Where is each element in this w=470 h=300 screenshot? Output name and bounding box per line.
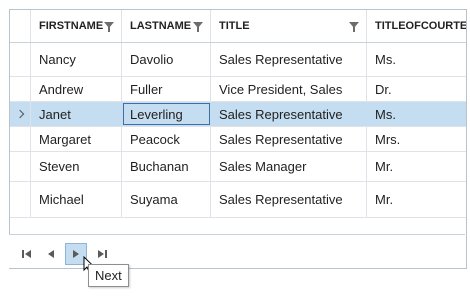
cell-firstname[interactable]: Michael	[31, 182, 122, 217]
row-indicator[interactable]	[10, 43, 31, 76]
cell-lastname[interactable]: Peacock	[122, 127, 211, 151]
column-header-lastname[interactable]: LASTNAME	[122, 10, 211, 42]
cell-title[interactable]: Sales Representative	[211, 43, 367, 76]
cell-firstname[interactable]: Nancy	[31, 43, 122, 76]
cell-firstname[interactable]: Andrew	[31, 77, 122, 101]
first-page-icon	[21, 250, 24, 258]
cell-title[interactable]: Sales Representative	[211, 102, 367, 126]
table-row[interactable]: Margaret Peacock Sales Representative Mr…	[10, 127, 466, 152]
cell-titleofcourtesy[interactable]: Mr.	[367, 152, 466, 181]
data-grid: FIRSTNAME LASTNAME TITLE TITLEOFCOURTES …	[9, 9, 467, 269]
cell-firstname[interactable]: Steven	[31, 152, 122, 181]
grid-header: FIRSTNAME LASTNAME TITLE TITLEOFCOURTES	[10, 10, 466, 43]
row-indicator[interactable]	[10, 152, 31, 181]
column-header-label: LASTNAME	[130, 20, 192, 32]
filter-icon[interactable]	[349, 22, 359, 32]
table-row-selected[interactable]: Janet Leverling Sales Representative Ms.	[10, 102, 466, 127]
first-page-arrow	[24, 250, 31, 258]
previous-page-icon	[48, 250, 54, 258]
cell-lastname-active[interactable]: Leverling	[122, 102, 211, 126]
cell-titleofcourtesy[interactable]: Ms.	[367, 102, 466, 126]
cell-title[interactable]: Sales Manager	[211, 152, 367, 181]
column-header-firstname[interactable]: FIRSTNAME	[31, 10, 122, 42]
cell-titleofcourtesy[interactable]: Mrs.	[367, 127, 466, 151]
first-page-button[interactable]	[15, 243, 37, 265]
cell-lastname[interactable]: Suyama	[122, 182, 211, 217]
row-indicator[interactable]	[10, 102, 31, 126]
column-header-title[interactable]: TITLE	[211, 10, 367, 42]
cell-title[interactable]: Sales Representative	[211, 127, 367, 151]
row-indicator[interactable]	[10, 77, 31, 101]
filter-icon[interactable]	[193, 22, 203, 32]
last-page-bar	[104, 250, 107, 258]
previous-page-button[interactable]	[40, 243, 62, 265]
row-indicator[interactable]	[10, 127, 31, 151]
table-row[interactable]: Andrew Fuller Vice President, Sales Dr.	[10, 77, 466, 102]
table-row[interactable]: Steven Buchanan Sales Manager Mr.	[10, 152, 466, 182]
cell-lastname[interactable]: Buchanan	[122, 152, 211, 181]
column-header-label: FIRSTNAME	[39, 20, 104, 32]
cell-firstname[interactable]: Margaret	[31, 127, 122, 151]
pager-bar	[9, 234, 465, 268]
cell-titleofcourtesy[interactable]: Dr.	[367, 77, 466, 101]
column-header-label: TITLE	[219, 20, 250, 32]
column-header-label: TITLEOFCOURTES	[375, 20, 466, 32]
table-row[interactable]: Nancy Davolio Sales Representative Ms.	[10, 43, 466, 77]
table-row[interactable]: Michael Suyama Sales Representative Mr.	[10, 182, 466, 218]
cell-lastname[interactable]: Fuller	[122, 77, 211, 101]
next-page-icon	[73, 250, 79, 258]
cell-titleofcourtesy[interactable]: Ms.	[367, 43, 466, 76]
header-row-indicator	[10, 10, 31, 42]
cell-titleofcourtesy[interactable]: Mr.	[367, 182, 466, 217]
last-page-icon	[97, 250, 104, 258]
cell-title[interactable]: Vice President, Sales	[211, 77, 367, 101]
filter-icon[interactable]	[104, 22, 114, 32]
cell-title[interactable]: Sales Representative	[211, 182, 367, 217]
next-tooltip: Next	[88, 264, 129, 287]
cell-lastname[interactable]: Davolio	[122, 43, 211, 76]
row-indicator[interactable]	[10, 182, 31, 217]
current-row-chevron-icon	[15, 109, 25, 119]
cell-firstname[interactable]: Janet	[31, 102, 122, 126]
column-header-titleofcourtesy[interactable]: TITLEOFCOURTES	[367, 10, 466, 42]
